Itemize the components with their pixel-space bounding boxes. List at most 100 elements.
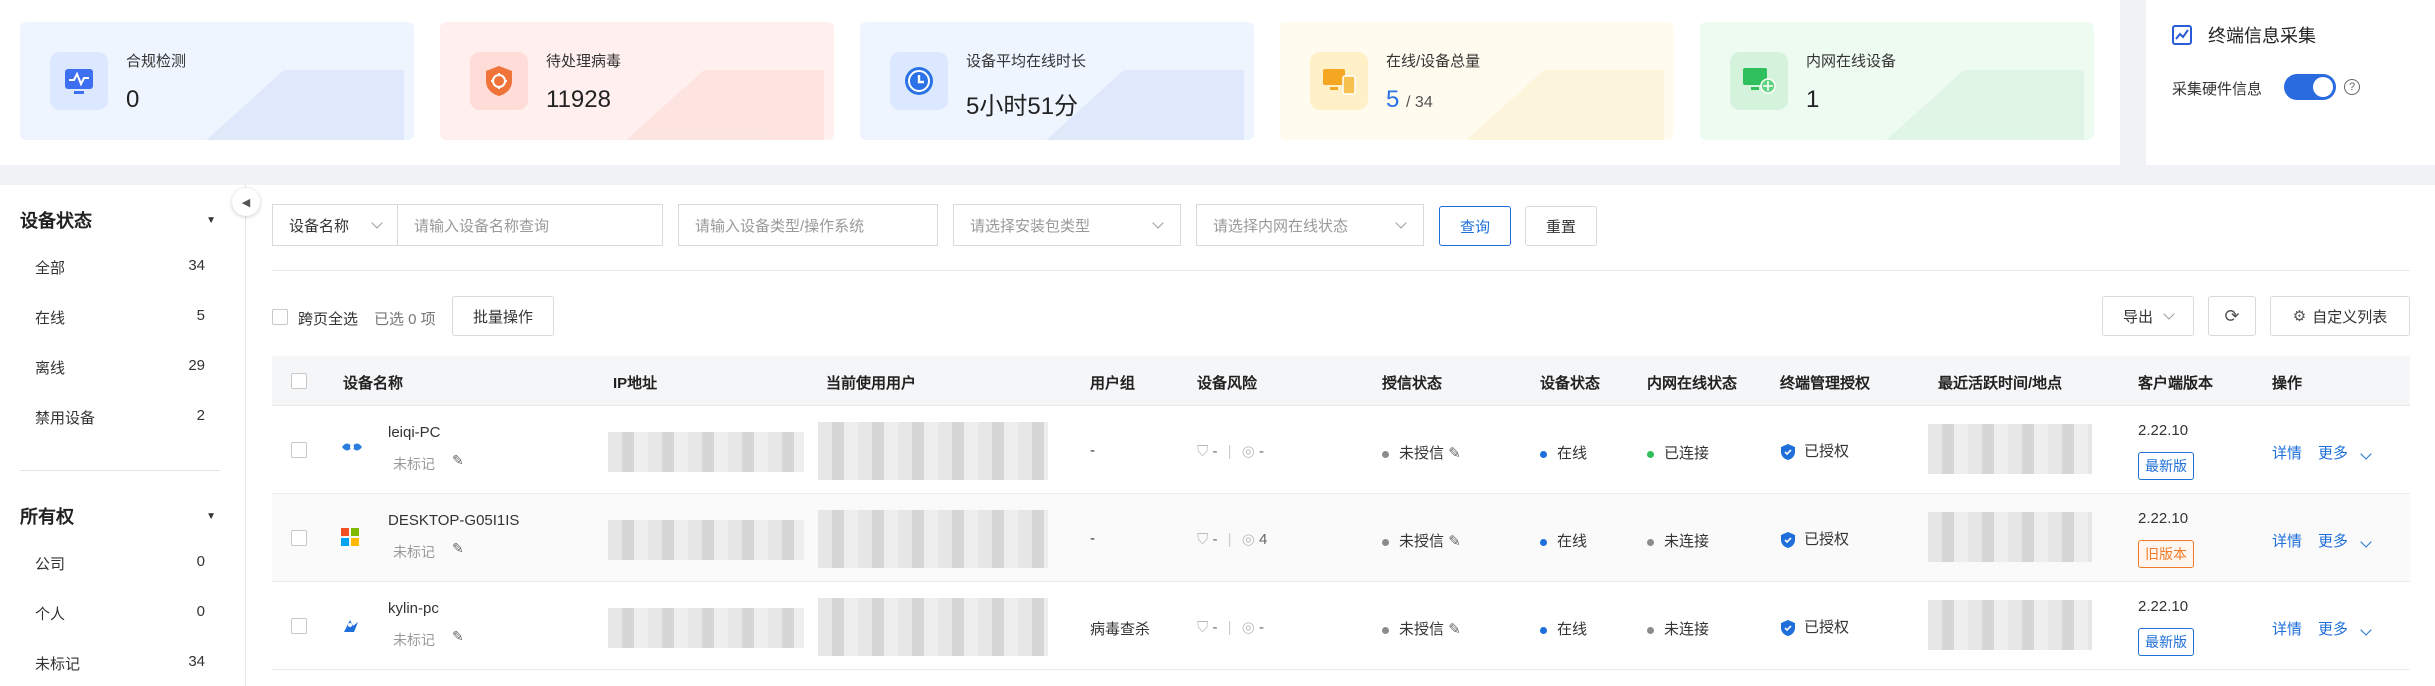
edit-mark-icon[interactable]: ✎ [452, 452, 464, 469]
device-type-input[interactable]: 请输入设备类型/操作系统 [678, 204, 938, 246]
clock-icon [890, 52, 948, 110]
query-button[interactable]: 查询 [1439, 206, 1511, 246]
device-name-link[interactable]: kylin-pc [388, 600, 439, 617]
reset-button[interactable]: 重置 [1525, 206, 1597, 246]
help-icon[interactable]: ? [2344, 79, 2360, 95]
lan-status-select[interactable]: 请选择内网在线状态 [1196, 204, 1424, 246]
device-name-input[interactable]: 请输入设备名称查询 [397, 204, 663, 246]
col-risk[interactable]: 设备风险 [1197, 372, 1257, 393]
trust-status: 未授信 ✎ [1382, 618, 1461, 639]
caret-down-icon[interactable]: ▼ [206, 511, 216, 522]
shield-risk-icon: ⛉ [1197, 531, 1209, 548]
row-checkbox[interactable] [291, 530, 307, 546]
last-active-redacted [1928, 600, 2092, 650]
col-actions[interactable]: 操作 [2272, 372, 2302, 393]
sidebar-item-disabled[interactable]: 禁用设备 2 [35, 407, 205, 428]
last-active-redacted [1928, 424, 2092, 474]
col-auth[interactable]: 终端管理授权 [1780, 372, 1870, 393]
trust-status: 未授信 ✎ [1382, 442, 1461, 463]
hardware-toggle[interactable] [2284, 74, 2336, 100]
batch-operation-button[interactable]: 批量操作 [452, 296, 554, 336]
risk-value-1: - [1212, 531, 1218, 548]
row-checkbox[interactable] [291, 442, 307, 458]
edit-mark-icon[interactable]: ✎ [452, 540, 464, 557]
risk-cell: ⛉ - | ◎ - [1197, 443, 1264, 460]
col-device-status[interactable]: 设备状态 [1540, 372, 1600, 393]
refresh-button[interactable]: ⟳ [2208, 296, 2256, 336]
edit-mark-icon[interactable]: ✎ [452, 628, 464, 645]
col-device-name[interactable]: 设备名称 [343, 372, 403, 393]
col-trust[interactable]: 授信状态 [1382, 372, 1442, 393]
stat-label: 设备平均在线时长 [966, 53, 1087, 70]
filter-divider [272, 270, 2410, 271]
auth-text: 已授权 [1804, 619, 1850, 636]
sidebar-item-company[interactable]: 公司 0 [35, 553, 205, 574]
detail-link[interactable]: 详情 [2272, 530, 2302, 551]
more-dropdown[interactable]: 更多 [2318, 442, 2372, 463]
field-select[interactable]: 设备名称 [272, 204, 398, 246]
stat-label: 合规检测 [126, 53, 187, 70]
watermark-icon [626, 70, 824, 140]
stat-card-online-total[interactable]: 在线/设备总量 5 / 34 [1280, 22, 1674, 140]
export-button[interactable]: 导出 [2102, 296, 2194, 336]
edit-trust-icon[interactable]: ✎ [1448, 533, 1461, 550]
sidebar-item-count: 0 [196, 603, 205, 620]
version-tag: 最新版 [2138, 452, 2194, 480]
collect-panel: 终端信息采集 采集硬件信息 ? [2146, 0, 2435, 165]
stat-card-lan-online[interactable]: 内网在线设备 1 [1700, 22, 2094, 140]
online-count[interactable]: 5 [1386, 86, 1399, 113]
placeholder: 请输入设备类型/操作系统 [695, 217, 865, 235]
detail-link[interactable]: 详情 [2272, 442, 2302, 463]
virus-shield-icon [470, 52, 528, 110]
risk-value-2[interactable]: - [1259, 619, 1264, 636]
col-user[interactable]: 当前使用用户 [826, 372, 916, 393]
risk-value-2[interactable]: 4 [1259, 531, 1267, 548]
table-row[interactable]: leiqi-PC 未标记 ✎ - ⛉ - | ◎ - 未授信 ✎ 在线 已连接 … [272, 406, 2410, 494]
header-checkbox[interactable] [291, 373, 307, 389]
device-name-link[interactable]: DESKTOP-G05I1IS [388, 512, 519, 529]
col-lan-status[interactable]: 内网在线状态 [1647, 372, 1737, 393]
col-ip[interactable]: IP地址 [613, 372, 657, 393]
stat-card-virus[interactable]: 待处理病毒 11928 [440, 22, 834, 140]
col-version[interactable]: 客户端版本 [2138, 372, 2213, 393]
col-group[interactable]: 用户组 [1090, 372, 1135, 393]
collect-title: 终端信息采集 [2208, 26, 2316, 46]
stat-card-online-duration[interactable]: 设备平均在线时长 5小时51分 [860, 22, 1254, 140]
risk-value-2[interactable]: - [1259, 443, 1264, 460]
version-tag: 旧版本 [2138, 540, 2194, 568]
table-row[interactable]: kylin-pc 未标记 ✎ 病毒查杀 ⛉ - | ◎ - 未授信 ✎ 在线 未… [272, 582, 2410, 670]
sidebar-item-personal[interactable]: 个人 0 [35, 603, 205, 624]
table-row[interactable]: DESKTOP-G05I1IS 未标记 ✎ - ⛉ - | ◎ 4 未授信 ✎ … [272, 494, 2410, 582]
package-type-select[interactable]: 请选择安装包类型 [953, 204, 1181, 246]
row-checkbox[interactable] [291, 618, 307, 634]
sidebar-item-unmarked[interactable]: 未标记 34 [35, 653, 205, 674]
chart-monitor-icon [50, 52, 108, 110]
sidebar-item-all[interactable]: 全部 34 [35, 257, 205, 278]
detail-link[interactable]: 详情 [2272, 618, 2302, 639]
stat-card-compliance[interactable]: 合规检测 0 [20, 22, 414, 140]
stat-value: 5小时51分 [966, 93, 1079, 120]
more-dropdown[interactable]: 更多 [2318, 618, 2372, 639]
ip-address-redacted [608, 432, 804, 472]
collapse-sidebar-button[interactable]: ◀ [232, 188, 260, 216]
select-all-checkbox[interactable] [272, 309, 288, 325]
ownership-group[interactable]: 所有权 ▼ [20, 503, 216, 529]
edit-trust-icon[interactable]: ✎ [1448, 445, 1461, 462]
sidebar-item-count: 29 [188, 357, 205, 374]
trust-text: 未授信 [1399, 533, 1445, 550]
shield-risk-icon: ⛉ [1197, 443, 1209, 460]
device-name-link[interactable]: leiqi-PC [388, 424, 441, 441]
more-dropdown[interactable]: 更多 [2318, 530, 2372, 551]
sidebar-item-offline[interactable]: 离线 29 [35, 357, 205, 378]
sidebar-item-online[interactable]: 在线 5 [35, 307, 205, 328]
total-count: / 34 [1406, 94, 1433, 111]
col-last-active[interactable]: 最近活跃时间/地点 [1938, 372, 2062, 393]
chevron-down-icon [2163, 308, 2175, 320]
ip-address-redacted [608, 608, 804, 648]
device-status-group[interactable]: 设备状态 ▼ [20, 207, 216, 233]
client-version: 2.22.10 [2138, 422, 2189, 439]
custom-columns-button[interactable]: ⚙ 自定义列表 [2270, 296, 2410, 336]
caret-down-icon[interactable]: ▼ [206, 215, 216, 226]
trust-text: 未授信 [1399, 445, 1445, 462]
edit-trust-icon[interactable]: ✎ [1448, 621, 1461, 638]
